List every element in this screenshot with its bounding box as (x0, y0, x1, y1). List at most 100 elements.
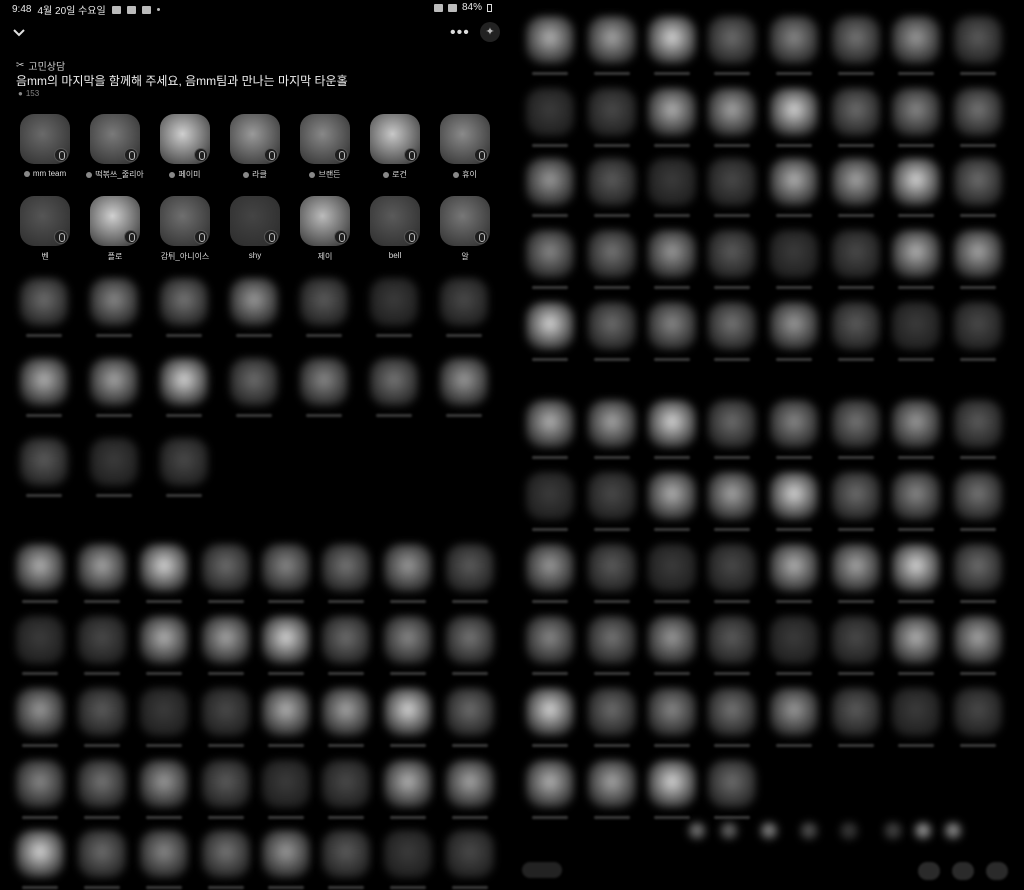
listener-avatar[interactable] (954, 230, 1002, 278)
listener-avatar[interactable] (954, 472, 1002, 520)
listener-avatar[interactable] (892, 230, 940, 278)
listener-avatar[interactable] (708, 760, 756, 808)
listener-avatar[interactable] (892, 616, 940, 664)
listener-avatar[interactable] (140, 688, 188, 736)
listener-avatar[interactable] (140, 616, 188, 664)
speaker-avatar[interactable] (160, 196, 210, 246)
listener-avatar[interactable] (90, 278, 138, 326)
listener-avatar[interactable] (322, 544, 370, 592)
listener-avatar[interactable] (90, 438, 138, 486)
speaker-avatar[interactable] (90, 196, 140, 246)
listener-avatar[interactable] (160, 358, 208, 406)
listener-avatar[interactable] (648, 158, 696, 206)
listener-avatar[interactable] (140, 544, 188, 592)
listener-avatar[interactable] (954, 688, 1002, 736)
listener-avatar[interactable] (954, 88, 1002, 136)
listener-avatar[interactable] (160, 438, 208, 486)
listener-avatar[interactable] (720, 822, 738, 840)
listener-avatar[interactable] (708, 616, 756, 664)
listener-avatar[interactable] (526, 16, 574, 64)
listener-avatar[interactable] (708, 16, 756, 64)
speaker-avatar[interactable] (300, 114, 350, 164)
listener-avatar[interactable] (16, 830, 64, 878)
listener-avatar[interactable] (770, 88, 818, 136)
listener-avatar[interactable] (770, 544, 818, 592)
listener-avatar[interactable] (230, 278, 278, 326)
listener-avatar[interactable] (832, 16, 880, 64)
listener-avatar[interactable] (90, 358, 138, 406)
reaction-button[interactable] (952, 862, 974, 880)
listener-avatar[interactable] (202, 544, 250, 592)
speaker-avatar[interactable] (90, 114, 140, 164)
listener-avatar[interactable] (300, 278, 348, 326)
bottom-tab[interactable] (522, 862, 562, 878)
listener-avatar[interactable] (78, 760, 126, 808)
listener-avatar[interactable] (370, 358, 418, 406)
listener-avatar[interactable] (708, 230, 756, 278)
listener-avatar[interactable] (770, 230, 818, 278)
listener-avatar[interactable] (770, 400, 818, 448)
listener-avatar[interactable] (588, 158, 636, 206)
listener-avatar[interactable] (892, 544, 940, 592)
listener-avatar[interactable] (648, 616, 696, 664)
listener-avatar[interactable] (708, 88, 756, 136)
listener-avatar[interactable] (770, 158, 818, 206)
listener-avatar[interactable] (446, 688, 494, 736)
listener-avatar[interactable] (892, 302, 940, 350)
listener-avatar[interactable] (708, 158, 756, 206)
listener-avatar[interactable] (648, 400, 696, 448)
listener-avatar[interactable] (648, 88, 696, 136)
listener-avatar[interactable] (832, 302, 880, 350)
listener-avatar[interactable] (322, 830, 370, 878)
hand-raise-button[interactable] (918, 862, 940, 880)
listener-avatar[interactable] (322, 760, 370, 808)
speaker-avatar[interactable] (230, 114, 280, 164)
listener-avatar[interactable] (526, 544, 574, 592)
listener-avatar[interactable] (526, 688, 574, 736)
listener-avatar[interactable] (648, 544, 696, 592)
listener-avatar[interactable] (202, 616, 250, 664)
listener-avatar[interactable] (262, 616, 310, 664)
listener-avatar[interactable] (588, 230, 636, 278)
listener-avatar[interactable] (648, 472, 696, 520)
listener-avatar[interactable] (588, 472, 636, 520)
listener-avatar[interactable] (944, 822, 962, 840)
listener-avatar[interactable] (954, 302, 1002, 350)
listener-avatar[interactable] (78, 830, 126, 878)
listener-avatar[interactable] (440, 278, 488, 326)
listener-avatar[interactable] (770, 16, 818, 64)
listener-avatar[interactable] (954, 544, 1002, 592)
listener-avatar[interactable] (384, 760, 432, 808)
listener-avatar[interactable] (770, 472, 818, 520)
listener-avatar[interactable] (440, 358, 488, 406)
listener-avatar[interactable] (526, 760, 574, 808)
listener-avatar[interactable] (446, 544, 494, 592)
listener-avatar[interactable] (648, 16, 696, 64)
speaker-avatar[interactable] (160, 114, 210, 164)
listener-avatar[interactable] (446, 830, 494, 878)
listener-avatar[interactable] (954, 616, 1002, 664)
listener-avatar[interactable] (262, 830, 310, 878)
listener-avatar[interactable] (526, 88, 574, 136)
speaker-avatar[interactable] (440, 114, 490, 164)
listener-avatar[interactable] (708, 302, 756, 350)
listener-avatar[interactable] (262, 688, 310, 736)
mic-button[interactable] (986, 862, 1008, 880)
listener-avatar[interactable] (588, 302, 636, 350)
listener-avatar[interactable] (708, 472, 756, 520)
listener-avatar[interactable] (884, 822, 902, 840)
listener-avatar[interactable] (832, 230, 880, 278)
listener-avatar[interactable] (370, 278, 418, 326)
listener-avatar[interactable] (832, 544, 880, 592)
listener-avatar[interactable] (526, 472, 574, 520)
listener-avatar[interactable] (526, 158, 574, 206)
listener-avatar[interactable] (954, 400, 1002, 448)
listener-avatar[interactable] (648, 230, 696, 278)
listener-avatar[interactable] (832, 616, 880, 664)
listener-avatar[interactable] (384, 688, 432, 736)
listener-avatar[interactable] (954, 16, 1002, 64)
listener-avatar[interactable] (526, 230, 574, 278)
listener-avatar[interactable] (384, 544, 432, 592)
listener-avatar[interactable] (708, 400, 756, 448)
listener-avatar[interactable] (384, 830, 432, 878)
